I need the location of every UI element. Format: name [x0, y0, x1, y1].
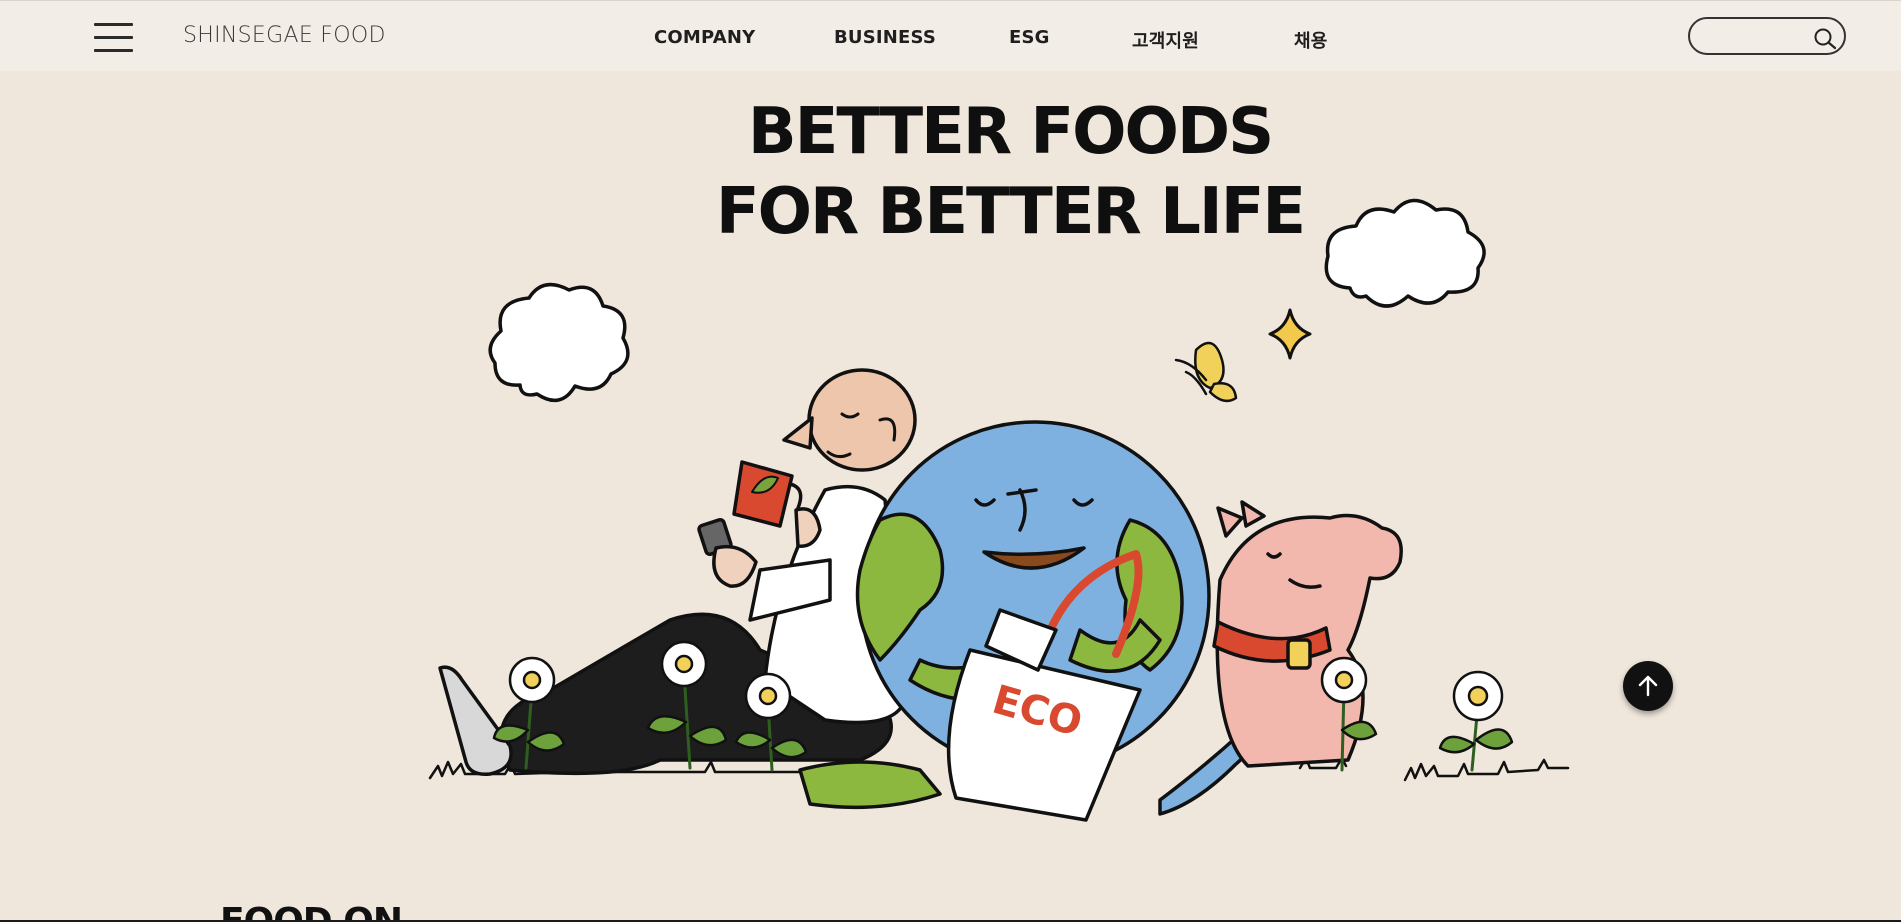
cloud-right-icon: [1324, 198, 1486, 308]
arrow-up-icon: [1638, 675, 1658, 697]
nav-customer-support[interactable]: 고객지원: [1132, 27, 1199, 53]
nav-business[interactable]: BUSINESS: [834, 27, 936, 48]
hero-title-line-1: BETTER FOODS: [747, 95, 1274, 169]
cloud-left-icon: [488, 282, 630, 403]
next-section-title: FOOD ON: [220, 902, 520, 922]
search-box: [1688, 17, 1846, 55]
search-icon[interactable]: [1812, 26, 1838, 50]
hero-illustration: ECO: [428, 198, 1570, 822]
main-nav: COMPANY BUSINESS ESG 고객지원 채용: [0, 27, 1901, 53]
sparkle-icon: [1268, 308, 1312, 360]
nav-esg[interactable]: ESG: [1009, 27, 1050, 48]
search-input[interactable]: [1704, 25, 1808, 49]
nav-recruit[interactable]: 채용: [1294, 27, 1328, 53]
butterfly-icon: [1174, 341, 1238, 403]
scroll-top-button[interactable]: [1623, 661, 1673, 711]
site-header: SHINSEGAE FOOD COMPANY BUSINESS ESG 고객지원…: [0, 0, 1901, 71]
nav-company[interactable]: COMPANY: [654, 27, 755, 48]
man-figure: [438, 368, 917, 776]
